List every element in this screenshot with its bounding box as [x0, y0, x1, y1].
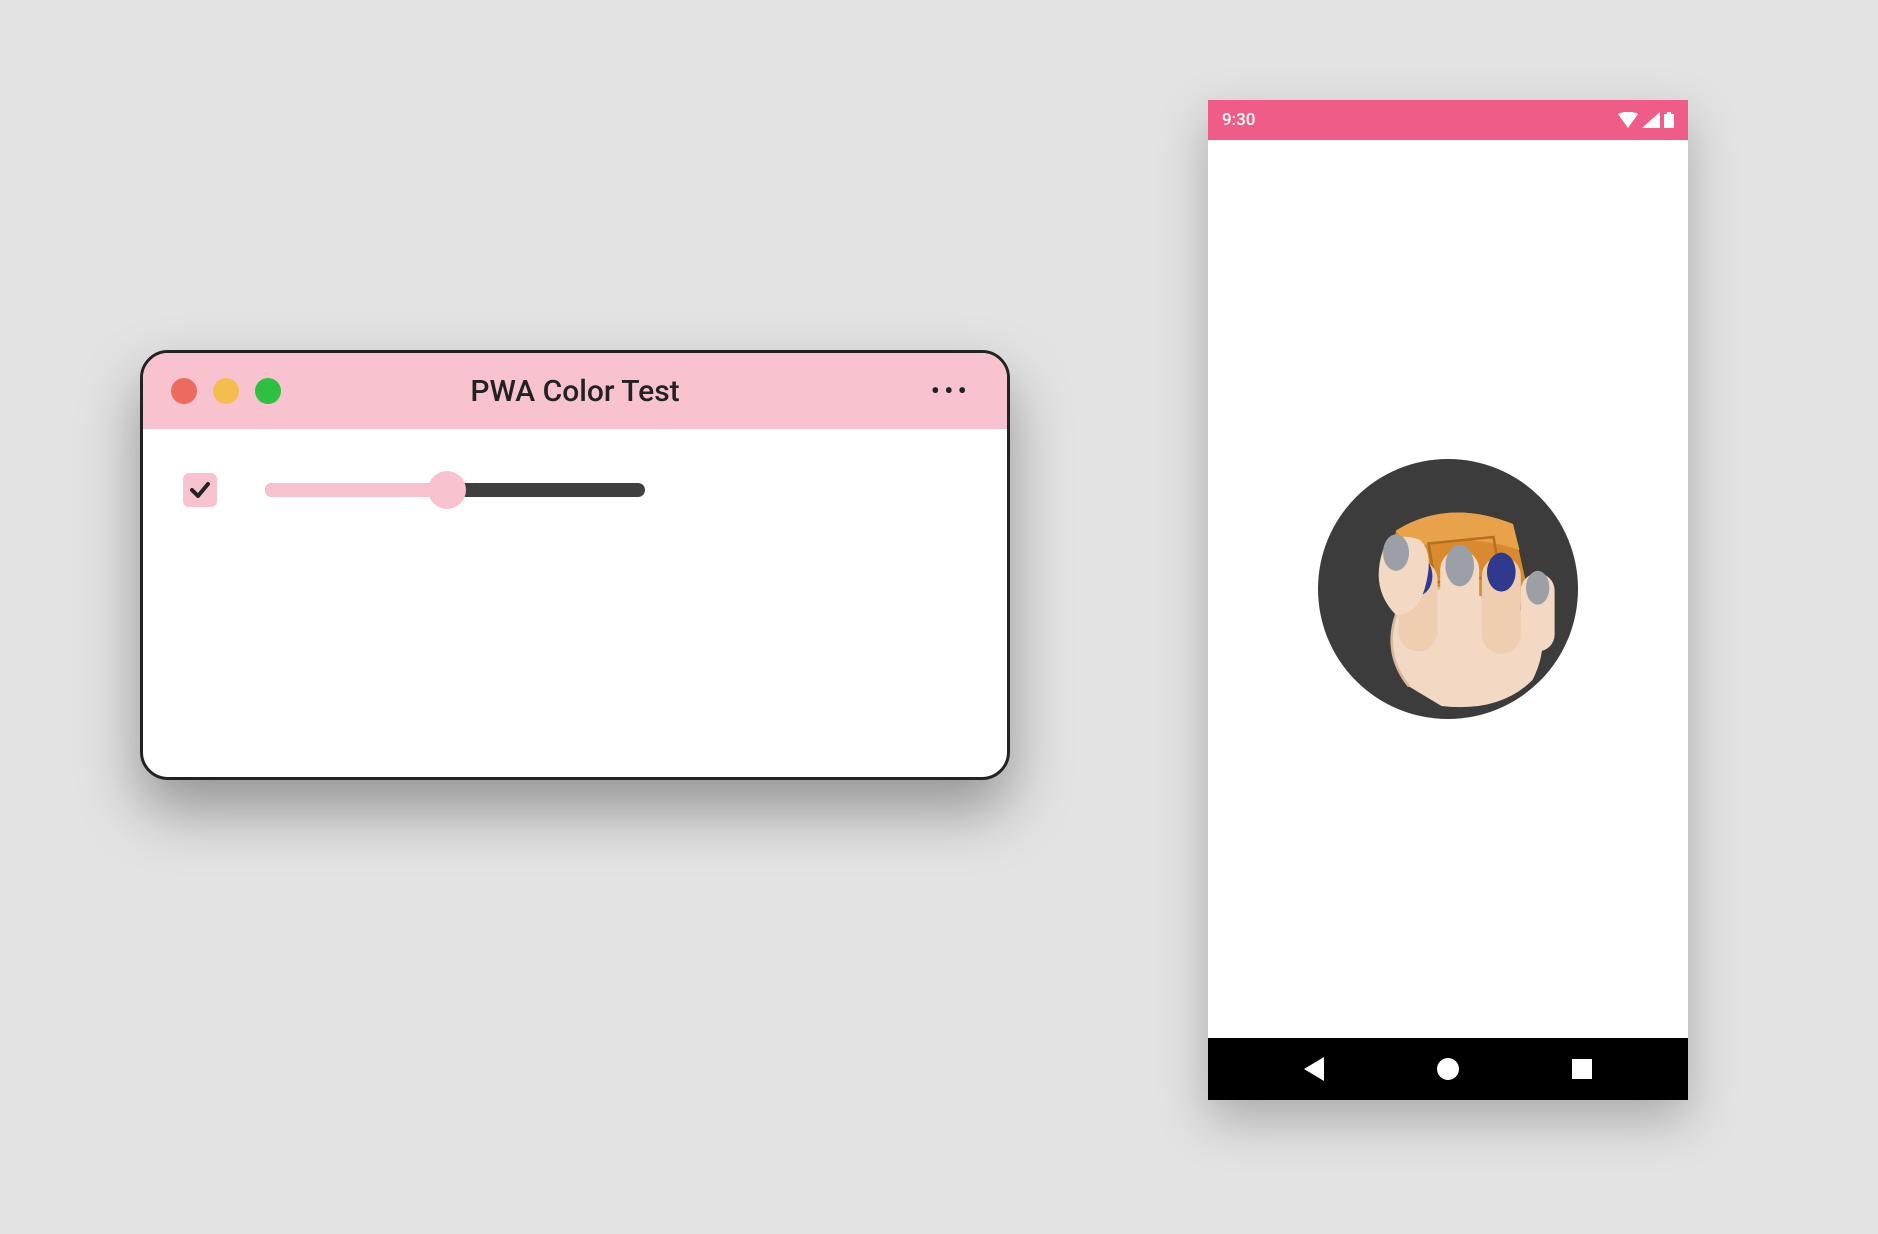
check-icon	[188, 478, 212, 502]
close-button[interactable]	[171, 378, 197, 404]
window-titlebar: PWA Color Test •••	[143, 353, 1007, 429]
desktop-pwa-window: PWA Color Test •••	[140, 350, 1010, 780]
traffic-lights	[171, 378, 281, 404]
slider-thumb[interactable]	[428, 471, 466, 509]
hand-crushing-icon	[1318, 459, 1578, 719]
android-nav-bar	[1208, 1038, 1688, 1100]
signal-icon	[1642, 112, 1660, 128]
nav-home-button[interactable]	[1437, 1058, 1459, 1080]
splash-app-icon	[1318, 459, 1578, 719]
minimize-button[interactable]	[213, 378, 239, 404]
status-icons	[1618, 112, 1674, 128]
splash-screen	[1208, 140, 1688, 1038]
accent-slider[interactable]	[265, 473, 645, 507]
slider-fill	[265, 483, 447, 497]
wifi-icon	[1618, 112, 1638, 128]
maximize-button[interactable]	[255, 378, 281, 404]
accent-checkbox[interactable]	[183, 473, 217, 507]
status-time: 9:30	[1222, 110, 1255, 130]
battery-icon	[1664, 112, 1674, 128]
nav-recent-button[interactable]	[1572, 1059, 1592, 1079]
nav-back-button[interactable]	[1304, 1057, 1324, 1081]
window-body	[143, 429, 1007, 551]
status-bar: 9:30	[1208, 100, 1688, 140]
phone-mockup: 9:30	[1208, 100, 1688, 1100]
more-horizontal-icon[interactable]: •••	[931, 375, 971, 408]
